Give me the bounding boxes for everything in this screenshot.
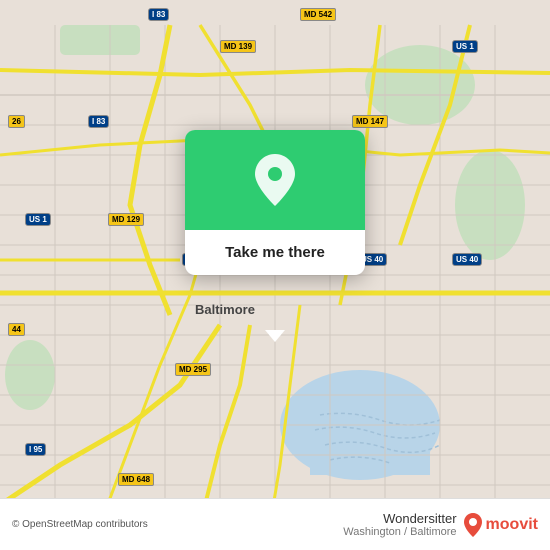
road-sign-us1-top: US 1 <box>452 40 478 53</box>
popup-arrow <box>265 330 285 342</box>
bottom-bar: © OpenStreetMap contributors Wondersitte… <box>0 498 550 550</box>
road-sign-md648: MD 648 <box>118 473 154 486</box>
road-sign-md295: MD 295 <box>175 363 211 376</box>
moovit-logo: moovit <box>463 512 538 538</box>
app-location: Washington / Baltimore <box>343 526 456 538</box>
road-sign-md139: MD 139 <box>220 40 256 53</box>
road-sign-i95: I 95 <box>25 443 46 456</box>
road-sign-us1-left: US 1 <box>25 213 51 226</box>
moovit-pin-icon <box>463 512 483 538</box>
road-sign-md542: MD 542 <box>300 8 336 21</box>
osm-copyright: © OpenStreetMap contributors <box>12 519 343 530</box>
location-pin-icon <box>252 152 298 208</box>
road-sign-44: 44 <box>8 323 25 336</box>
popup-button-text: Take me there <box>225 244 325 261</box>
road-sign-26: 26 <box>8 115 25 128</box>
road-sign-i83-mid: I 83 <box>88 115 109 128</box>
road-sign-md129: MD 129 <box>108 213 144 226</box>
city-label-baltimore: Baltimore <box>195 302 255 317</box>
road-sign-us40-far: US 40 <box>452 253 482 266</box>
road-sign-i83-top: I 83 <box>148 8 169 21</box>
moovit-text: moovit <box>486 516 538 534</box>
popup-card: Take me there <box>185 130 365 275</box>
map-container: I 83 MD 542 MD 139 US 1 26 I 83 MD 147 U… <box>0 0 550 550</box>
take-me-there-button[interactable]: Take me there <box>185 230 365 275</box>
popup-header <box>185 130 365 230</box>
road-sign-md147: MD 147 <box>352 115 388 128</box>
app-info: Wondersitter Washington / Baltimore moov… <box>343 511 538 538</box>
app-name: Wondersitter <box>343 511 456 526</box>
